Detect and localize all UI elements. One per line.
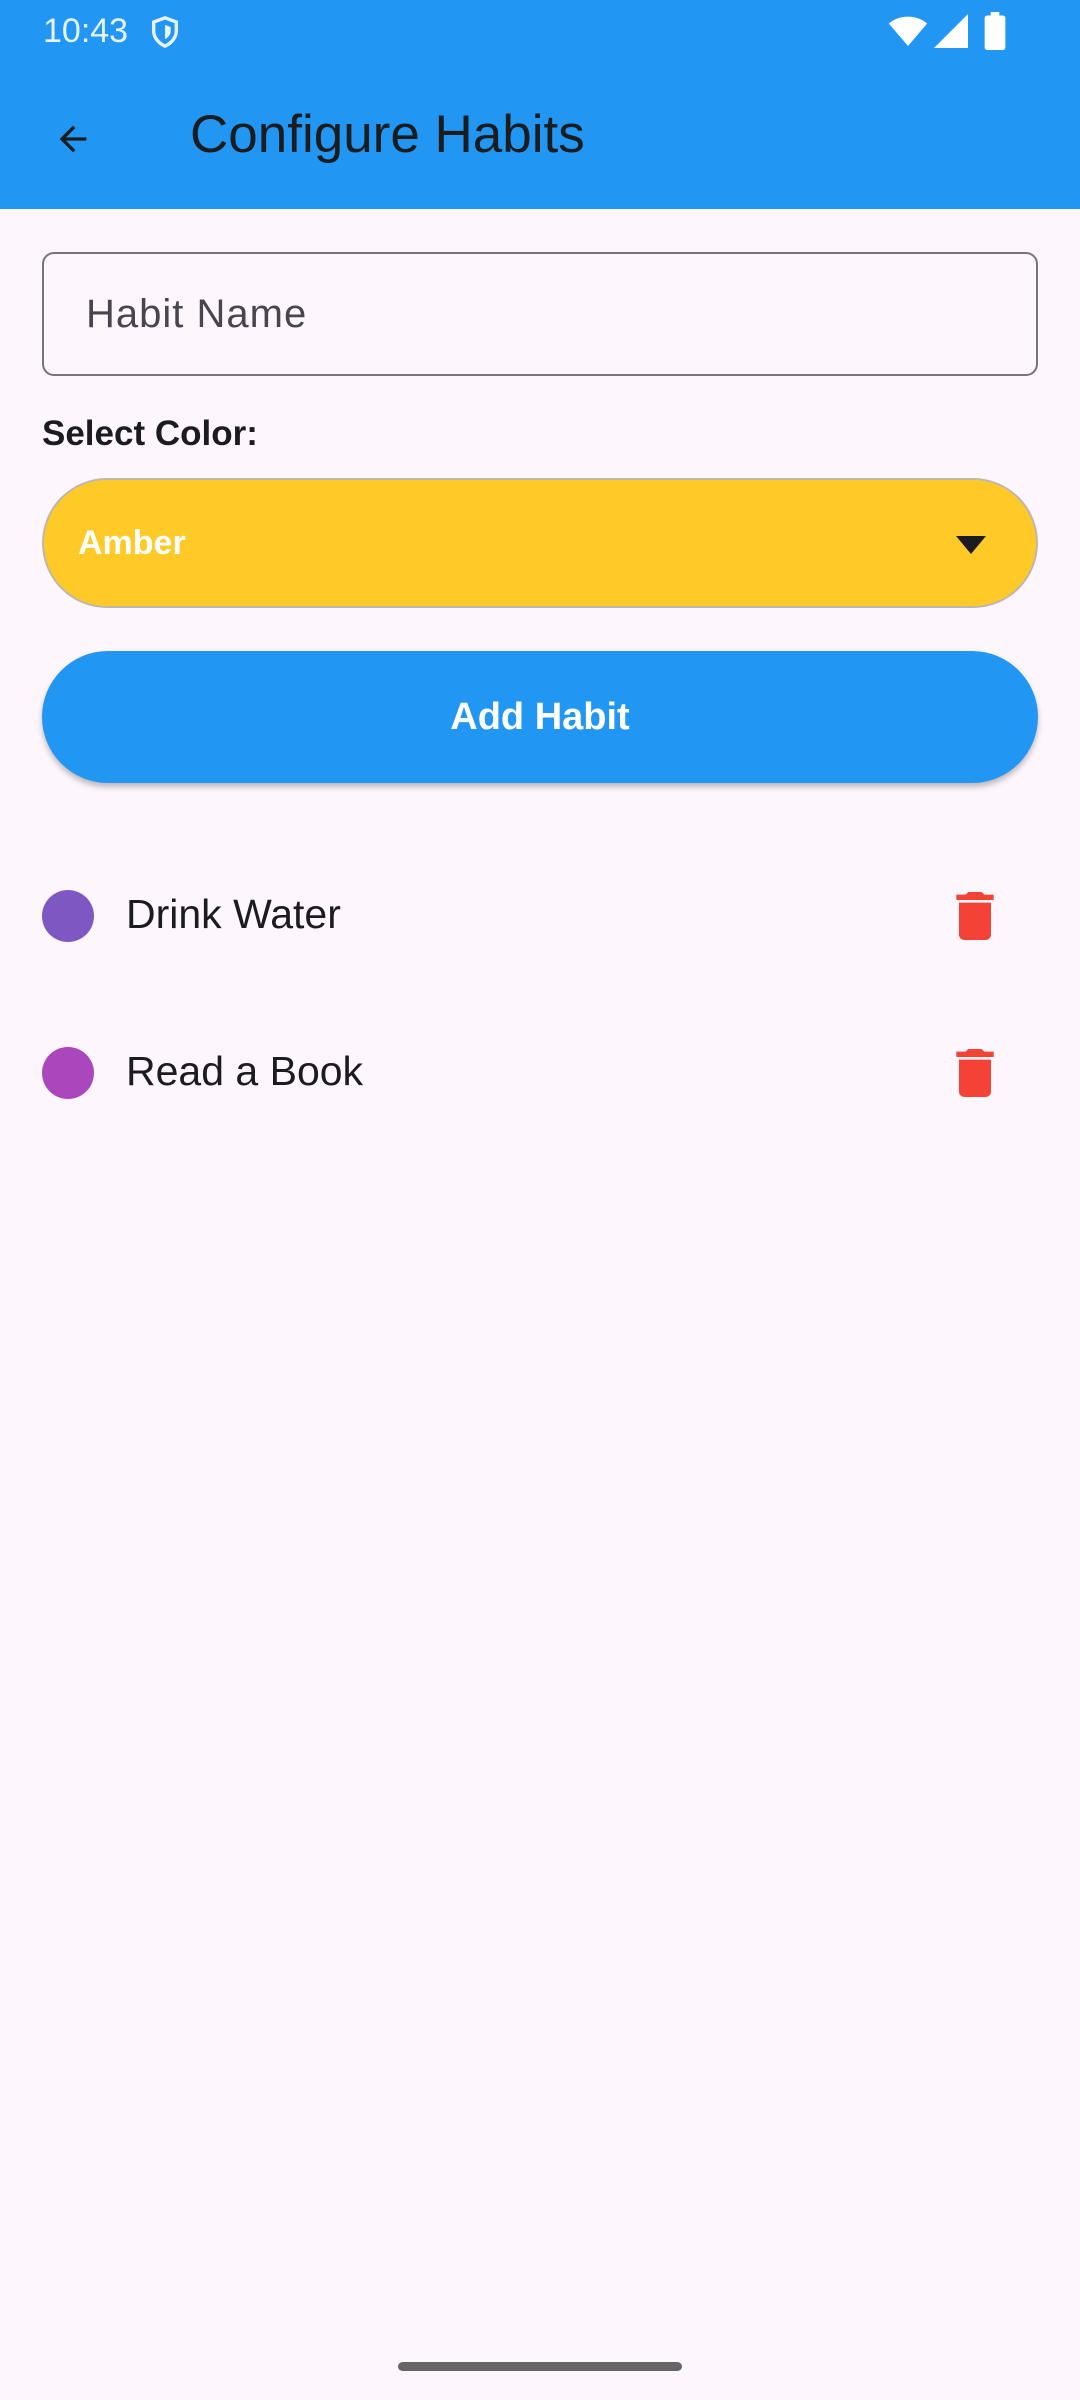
home-indicator[interactable] [398,2362,682,2371]
delete-button[interactable] [942,883,1008,949]
habit-color-dot [42,1047,94,1099]
color-dropdown[interactable]: Amber [42,478,1038,608]
battery-icon [984,12,1006,50]
select-color-label: Select Color: [42,414,258,453]
habit-name: Drink Water [126,891,341,937]
status-time: 10:43 [43,12,129,50]
wifi-icon [888,16,928,46]
trash-icon [956,892,994,940]
habit-name-input[interactable]: Habit Name [42,252,1038,376]
page-title: Configure Habits [190,105,585,164]
habit-name: Read a Book [126,1048,364,1094]
shield-icon [151,16,179,49]
back-button[interactable] [36,102,110,176]
add-habit-button-label: Add Habit [450,695,630,738]
color-dropdown-value: Amber [78,524,186,562]
status-bar: 10:43 [0,0,1080,62]
habit-name-placeholder: Habit Name [86,291,308,336]
trash-icon [956,1049,994,1097]
dropdown-arrow-icon [956,536,986,554]
add-habit-button[interactable]: Add Habit [42,651,1038,783]
app-bar: Configure Habits [0,62,1080,209]
habit-color-dot [42,890,94,942]
habit-list-item[interactable]: Read a Book [0,1013,1080,1133]
signal-icon [934,14,968,48]
delete-button[interactable] [942,1040,1008,1106]
habit-list-item[interactable]: Drink Water [0,856,1080,976]
arrow-back-icon [59,125,87,153]
